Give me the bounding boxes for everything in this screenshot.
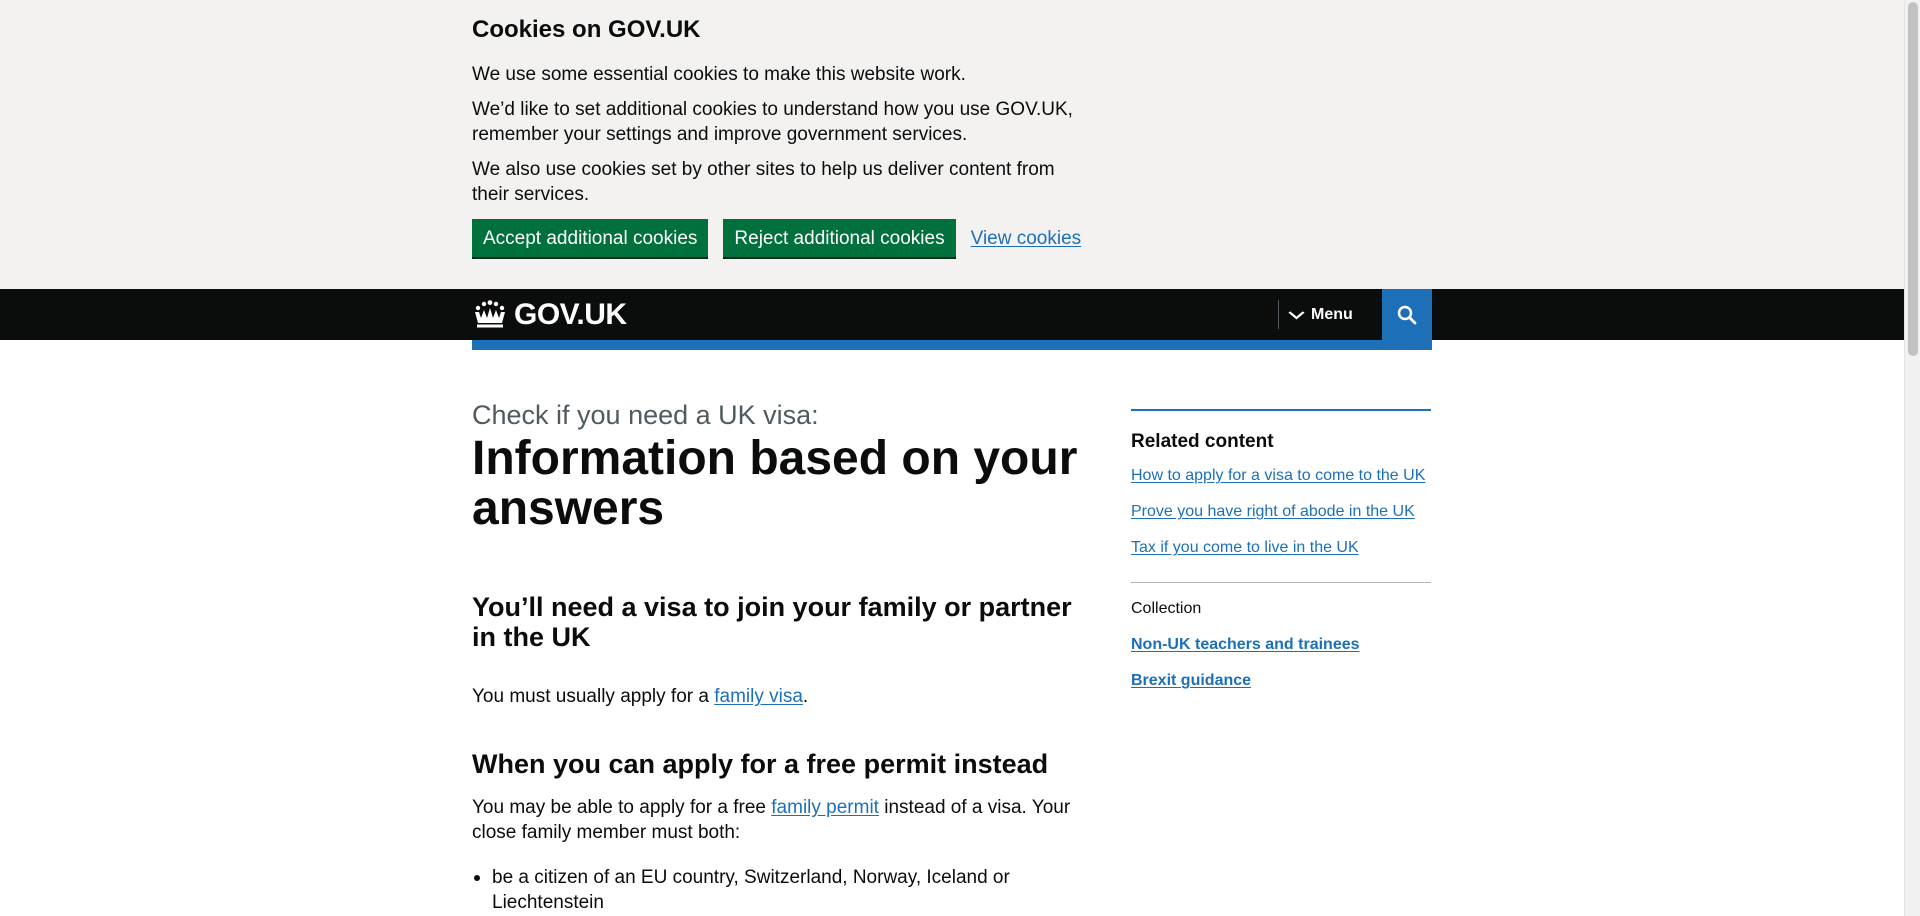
- collection-label: Collection: [1131, 600, 1202, 617]
- related-link-apply-visa[interactable]: How to apply for a visa to come to the U…: [1131, 466, 1431, 486]
- visa-required-text-end: .: [802, 686, 809, 707]
- free-permit-heading: When you can apply for a free permit ins…: [472, 749, 1049, 779]
- scrollbar[interactable]: [1904, 0, 1920, 916]
- sidebar-divider: [1131, 582, 1431, 583]
- family-permit-link[interactable]: family permit: [771, 797, 879, 818]
- list-item: be a citizen of an EU country, Switzerla…: [474, 865, 1092, 915]
- cookie-text-essential: We use some essential cookies to make th…: [472, 64, 966, 85]
- cookie-banner-title: Cookies on GOV.UK: [472, 16, 701, 43]
- cookie-text-additional: We’d like to set additional cookies to u…: [472, 99, 1073, 145]
- view-cookies-link[interactable]: View cookies: [971, 226, 1082, 251]
- govuk-logo-link[interactable]: GOV.UK: [472, 298, 627, 332]
- scrollbar-thumb[interactable]: [1908, 2, 1918, 356]
- site-header: GOV.UK Menu: [0, 289, 1904, 340]
- requirements-list: be a citizen of an EU country, Switzerla…: [472, 865, 1092, 915]
- logo-text: GOV.UK: [514, 298, 627, 331]
- related-link-right-of-abode[interactable]: Prove you have right of abode in the UK: [1131, 502, 1431, 522]
- visa-required-text: You must usually apply for a family visa…: [472, 684, 1092, 709]
- visa-required-text-start: You must usually apply for a: [472, 686, 715, 707]
- family-visa-link[interactable]: family visa: [714, 686, 803, 707]
- related-link-tax[interactable]: Tax if you come to live in the UK: [1131, 538, 1431, 558]
- menu-button[interactable]: Menu: [1288, 289, 1353, 340]
- page-title: Information based on your answers: [472, 432, 1078, 535]
- free-permit-text: You may be able to apply for a free fami…: [472, 795, 1092, 845]
- search-icon: [1397, 305, 1417, 324]
- menu-label: Menu: [1311, 305, 1353, 323]
- sidebar-top-rule: [1131, 409, 1431, 411]
- reject-cookies-button[interactable]: Reject additional cookies: [723, 219, 956, 257]
- menu-divider: [1278, 300, 1279, 329]
- accept-cookies-button[interactable]: Accept additional cookies: [472, 219, 709, 257]
- search-button[interactable]: [1382, 289, 1432, 340]
- cookie-text-third-party: We also use cookies set by other sites t…: [472, 159, 1055, 205]
- visa-required-heading: You’ll need a visa to join your family o…: [472, 592, 1072, 652]
- main-content: Check if you need a UK visa: Information…: [472, 398, 1092, 915]
- cookie-actions: Accept additional cookies Reject additio…: [472, 219, 1092, 257]
- collection-link-brexit[interactable]: Brexit guidance: [1131, 671, 1431, 691]
- header-blue-bar: [472, 340, 1432, 350]
- chevron-down-icon: [1288, 307, 1305, 323]
- free-permit-text-start: You may be able to apply for a free: [472, 797, 772, 818]
- related-content-heading: Related content: [1131, 431, 1274, 452]
- crown-icon: [475, 300, 505, 328]
- collection-link-teachers[interactable]: Non-UK teachers and trainees: [1131, 635, 1431, 655]
- related-content-sidebar: Related content How to apply for a visa …: [1131, 409, 1431, 707]
- cookie-banner: Cookies on GOV.UK We use some essential …: [0, 0, 1904, 289]
- cookie-banner-content: Cookies on GOV.UK We use some essential …: [472, 14, 1092, 257]
- page-caption: Check if you need a UK visa:: [472, 400, 819, 430]
